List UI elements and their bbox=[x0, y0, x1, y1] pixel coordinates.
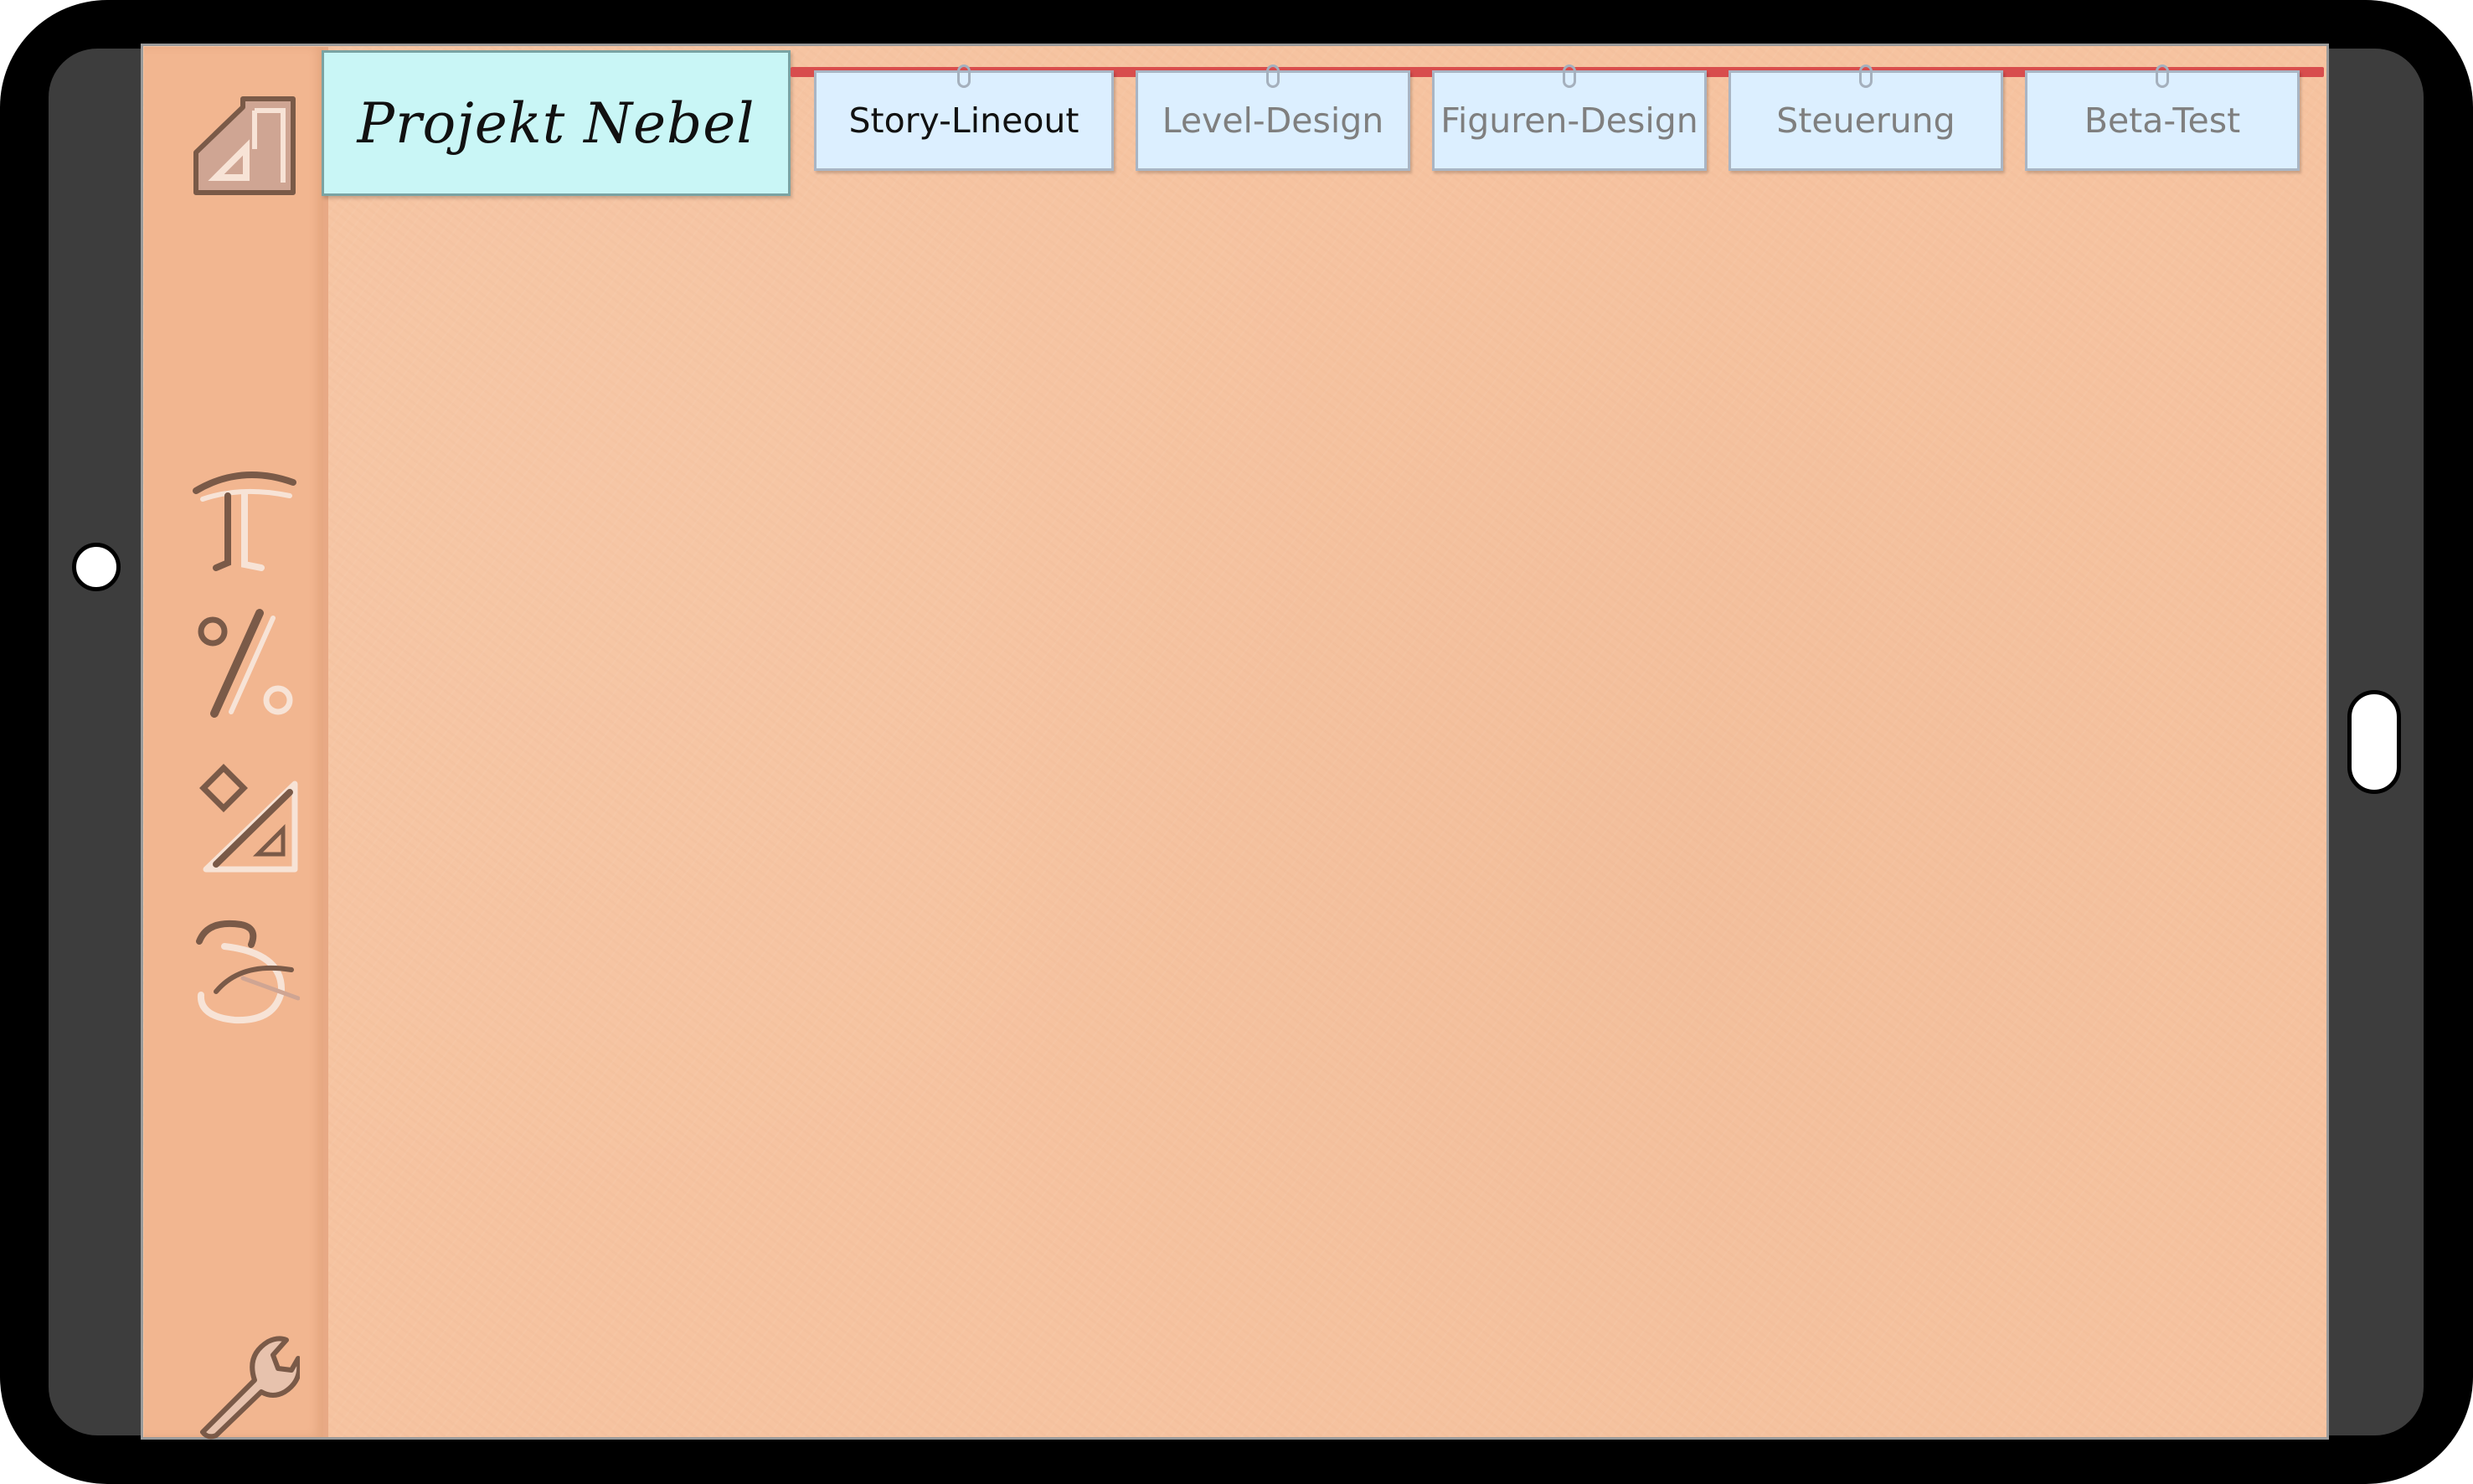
paper-clip-icon bbox=[1266, 64, 1280, 88]
tab-label: Story-Lineout bbox=[848, 100, 1079, 141]
geometry-icon[interactable] bbox=[191, 762, 300, 879]
tab-label: Figuren-Design bbox=[1440, 100, 1698, 141]
text-icon[interactable] bbox=[191, 462, 300, 580]
tab-label: Level-Design bbox=[1162, 100, 1384, 141]
home-icon[interactable] bbox=[191, 90, 300, 199]
tab-figuren-design[interactable]: Figuren-Design bbox=[1432, 64, 1707, 171]
power-button[interactable] bbox=[2347, 690, 2401, 794]
drawing-icon[interactable] bbox=[191, 911, 300, 1028]
tab-level-design[interactable]: Level-Design bbox=[1136, 64, 1410, 171]
percent-icon[interactable] bbox=[191, 606, 300, 724]
project-title: Projekt Nebel bbox=[357, 90, 755, 156]
wrench-icon[interactable] bbox=[191, 1322, 300, 1447]
project-title-card[interactable]: Projekt Nebel bbox=[322, 50, 791, 196]
tab-steuerung[interactable]: Steuerung bbox=[1729, 64, 2003, 171]
canvas-area[interactable] bbox=[141, 44, 2329, 1440]
paper-clip-icon bbox=[957, 64, 971, 88]
paper-clip-icon bbox=[1859, 64, 1873, 88]
tab-label: Steuerung bbox=[1776, 100, 1955, 141]
paper-clip-icon bbox=[1563, 64, 1576, 88]
sidebar bbox=[144, 47, 328, 1440]
paper-clip-icon bbox=[2156, 64, 2169, 88]
tab-label: Beta-Test bbox=[2084, 100, 2241, 141]
tab-beta-test[interactable]: Beta-Test bbox=[2025, 64, 2300, 171]
home-button[interactable] bbox=[72, 543, 121, 591]
tab-story-lineout[interactable]: Story-Lineout bbox=[814, 64, 1114, 171]
